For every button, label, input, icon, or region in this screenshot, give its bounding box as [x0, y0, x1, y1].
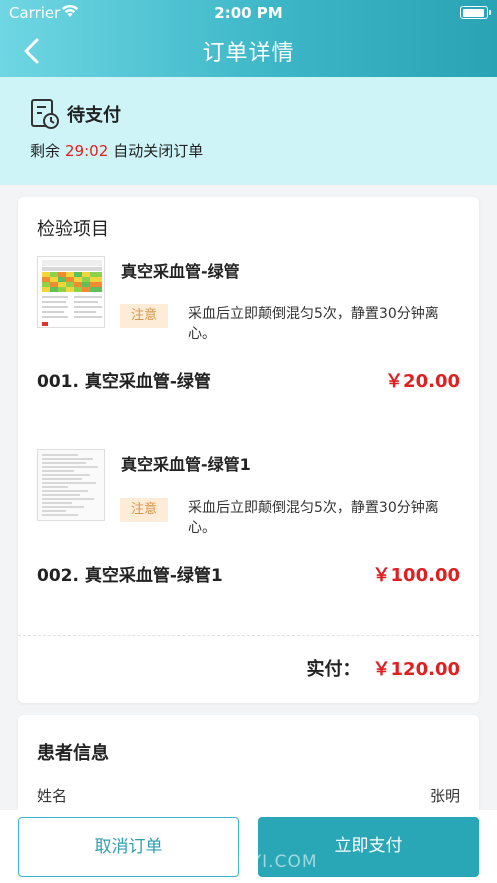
note-tag: 注意: [120, 304, 168, 328]
countdown-prefix: 剩余: [30, 142, 61, 160]
total-row: 实付： ￥120.00: [307, 655, 460, 681]
watermark: 新趣手游 XINYI.COM: [140, 852, 318, 872]
item-code-name: 001. 真空采血管-绿管: [37, 372, 211, 392]
item-price: ￥100.00: [372, 565, 460, 586]
test-items-card: 检验项目 真空采血管-绿管 注意 采血后立即颠倒混匀5次，静置30分钟离心。 0…: [18, 197, 479, 703]
card-title: 检验项目: [37, 219, 109, 240]
total-value: ￥120.00: [372, 659, 460, 680]
item-price: ￥20.00: [385, 371, 460, 392]
patient-card-title: 患者信息: [37, 743, 109, 764]
total-label: 实付：: [306, 659, 361, 680]
countdown-suffix: 自动关闭订单: [113, 142, 204, 160]
note-text: 采血后立即颠倒混匀5次，静置30分钟离心。: [188, 306, 439, 342]
order-status-title: 待支付: [67, 105, 121, 126]
patient-name-value: 张明: [429, 787, 460, 805]
page-title: 订单详情: [202, 41, 295, 66]
top-bar: Carrier 2:00 PM 订单详情: [0, 0, 497, 77]
countdown-text: 剩余 29:02 自动关闭订单: [30, 140, 203, 161]
clock: 2:00 PM: [214, 4, 283, 22]
patient-info-card: 患者信息 姓名 张明: [18, 715, 479, 825]
dashed-divider: [18, 635, 479, 636]
item-thumbnail[interactable]: [37, 256, 105, 328]
item-thumbnail[interactable]: [37, 449, 105, 521]
battery-icon: [460, 6, 491, 19]
patient-name-label: 姓名: [37, 787, 68, 805]
nav-bar: 订单详情: [0, 26, 497, 77]
status-bar: Carrier 2:00 PM: [0, 0, 497, 26]
item-name: 真空采血管-绿管1: [121, 455, 251, 474]
countdown-time: 29:02: [65, 142, 109, 160]
item-code-name: 002. 真空采血管-绿管1: [37, 566, 223, 586]
note-tag: 注意: [120, 498, 168, 522]
item-name: 真空采血管-绿管: [121, 262, 240, 281]
pending-payment-icon: [31, 99, 59, 129]
order-status-panel: 待支付 剩余 29:02 自动关闭订单: [0, 77, 497, 185]
note-text: 采血后立即颠倒混匀5次，静置30分钟离心。: [188, 500, 439, 536]
